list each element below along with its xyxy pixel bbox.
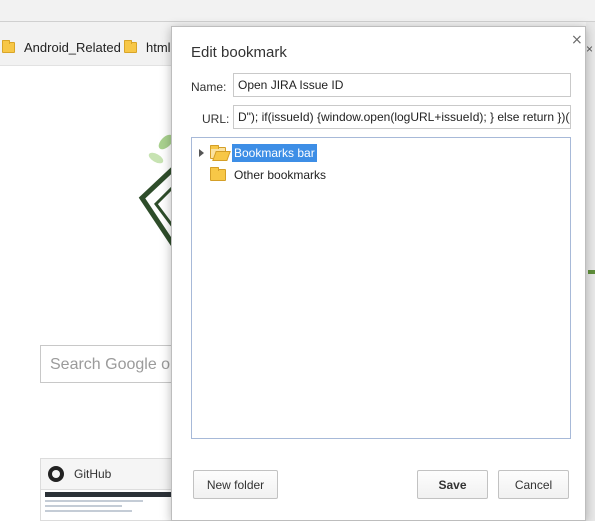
name-field[interactable]: Open JIRA Issue ID — [233, 73, 571, 97]
edit-bookmark-dialog: Edit bookmark × Name: Open JIRA Issue ID… — [171, 26, 586, 521]
expand-arrow-icon[interactable] — [199, 149, 204, 157]
folder-open-icon — [210, 145, 226, 159]
bookmark-label: Android_Related — [24, 39, 121, 55]
folder-tree[interactable]: Bookmarks bar Other bookmarks — [191, 137, 571, 439]
decorative-mark — [588, 270, 595, 274]
tile-header: GitHub — [41, 459, 189, 489]
url-label: URL: — [202, 112, 230, 126]
close-icon[interactable]: × — [586, 42, 593, 56]
new-folder-button[interactable]: New folder — [193, 470, 278, 499]
tree-item-bookmarks-bar[interactable]: Bookmarks bar — [192, 143, 317, 163]
folder-icon — [124, 39, 137, 53]
folder-icon — [210, 167, 226, 181]
tile-title: GitHub — [74, 467, 112, 481]
url-field[interactable]: D"); if(issueId) {window.open(logURL+iss… — [233, 105, 571, 129]
folder-icon — [2, 39, 15, 53]
tree-item-label: Other bookmarks — [234, 168, 327, 182]
search-placeholder: Search Google or type URL — [50, 356, 189, 373]
tree-item-label: Bookmarks bar — [232, 144, 317, 162]
tab-strip — [0, 0, 595, 22]
close-icon[interactable]: × — [571, 32, 583, 48]
tree-item-other-bookmarks[interactable]: Other bookmarks — [192, 165, 328, 185]
tile-thumbnail — [41, 489, 189, 520]
save-button[interactable]: Save — [417, 470, 488, 499]
github-icon — [48, 466, 64, 482]
most-visited-tile[interactable]: GitHub — [40, 458, 190, 521]
bookmark-folder-html[interactable]: html — [124, 38, 171, 56]
bookmark-label: html — [146, 39, 171, 55]
dialog-title: Edit bookmark — [191, 44, 287, 61]
name-label: Name: — [191, 80, 227, 94]
bookmark-folder-android-related[interactable]: Android_Related — [2, 38, 121, 56]
cancel-button[interactable]: Cancel — [498, 470, 569, 499]
search-input[interactable]: Search Google or type URL — [40, 345, 190, 383]
